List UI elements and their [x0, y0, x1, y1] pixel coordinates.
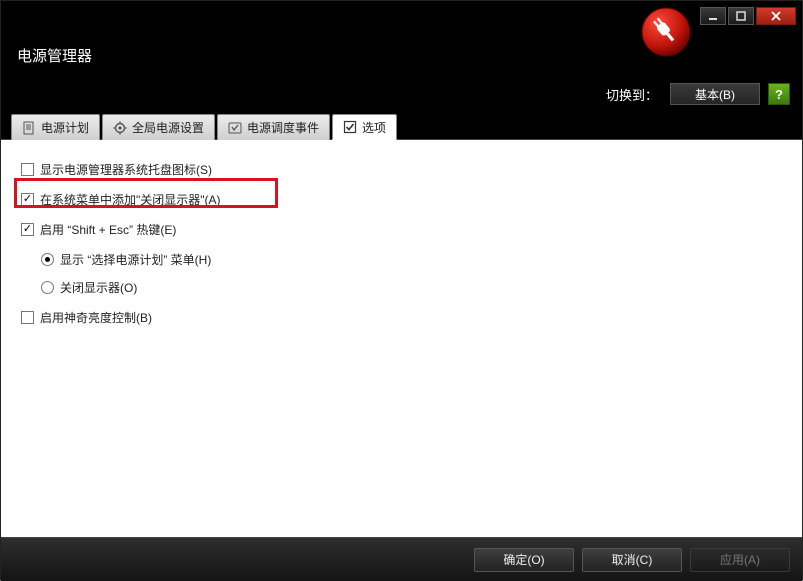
- radio-show-plan-menu-row: 显示 “选择电源计划” 菜单(H): [21, 246, 782, 272]
- tab-options[interactable]: 选项: [332, 114, 397, 140]
- app-title: 电源管理器: [17, 45, 92, 66]
- option-add-turnoff-display: 在系统菜单中添加"关闭显示器"(A): [21, 186, 782, 212]
- apply-button: 应用(A): [690, 548, 790, 572]
- tab-power-plan[interactable]: 电源计划: [11, 114, 100, 140]
- tab-label: 电源计划: [41, 119, 89, 136]
- tab-label: 选项: [362, 119, 386, 136]
- radio-turn-off-display[interactable]: [41, 281, 54, 294]
- radio-show-plan-menu[interactable]: [41, 253, 54, 266]
- help-button[interactable]: ?: [768, 83, 790, 105]
- option-label: 关闭显示器(O): [60, 279, 137, 296]
- document-icon: [22, 121, 36, 135]
- radio-turn-off-display-row: 关闭显示器(O): [21, 274, 782, 300]
- event-icon: [228, 121, 242, 135]
- gear-icon: [113, 121, 127, 135]
- tab-global-settings[interactable]: 全局电源设置: [102, 114, 215, 140]
- options-panel: 显示电源管理器系统托盘图标(S) 在系统菜单中添加"关闭显示器"(A) 启用 “…: [1, 140, 802, 537]
- option-label: 启用神奇亮度控制(B): [40, 309, 152, 326]
- option-enable-shift-esc: 启用 “Shift + Esc” 热键(E): [21, 216, 782, 242]
- toolbar: 切换到： 基本(B) ?: [1, 76, 802, 112]
- maximize-button[interactable]: [728, 7, 754, 25]
- window: 电源管理器 切换到： 基本(B) ? 电源计划 全局电源设置 电源调度事件: [0, 0, 803, 580]
- window-controls: [700, 7, 796, 25]
- cancel-button[interactable]: 取消(C): [582, 548, 682, 572]
- tab-power-events[interactable]: 电源调度事件: [217, 114, 330, 140]
- titlebar: 电源管理器: [1, 1, 802, 76]
- close-button[interactable]: [756, 7, 796, 25]
- option-label: 启用 “Shift + Esc” 热键(E): [40, 221, 176, 238]
- minimize-button[interactable]: [700, 7, 726, 25]
- basic-mode-button[interactable]: 基本(B): [670, 83, 760, 105]
- option-label: 显示电源管理器系统托盘图标(S): [40, 161, 212, 178]
- checkbox-show-tray-icon[interactable]: [21, 163, 34, 176]
- tab-label: 全局电源设置: [132, 119, 204, 136]
- option-magic-brightness: 启用神奇亮度控制(B): [21, 304, 782, 330]
- checkbox-add-turnoff-display[interactable]: [21, 193, 34, 206]
- app-plug-icon: [640, 6, 692, 58]
- tab-label: 电源调度事件: [247, 119, 319, 136]
- checkbox-enable-shift-esc[interactable]: [21, 223, 34, 236]
- dialog-footer: 确定(O) 取消(C) 应用(A): [1, 537, 802, 581]
- option-label: 在系统菜单中添加"关闭显示器"(A): [40, 191, 221, 208]
- ok-button[interactable]: 确定(O): [474, 548, 574, 572]
- checkbox-magic-brightness[interactable]: [21, 311, 34, 324]
- option-show-tray-icon: 显示电源管理器系统托盘图标(S): [21, 156, 782, 182]
- checkbox-icon: [343, 120, 357, 134]
- switch-to-label: 切换到：: [606, 85, 658, 104]
- tab-bar: 电源计划 全局电源设置 电源调度事件 选项: [1, 112, 802, 140]
- option-label: 显示 “选择电源计划” 菜单(H): [60, 251, 211, 268]
